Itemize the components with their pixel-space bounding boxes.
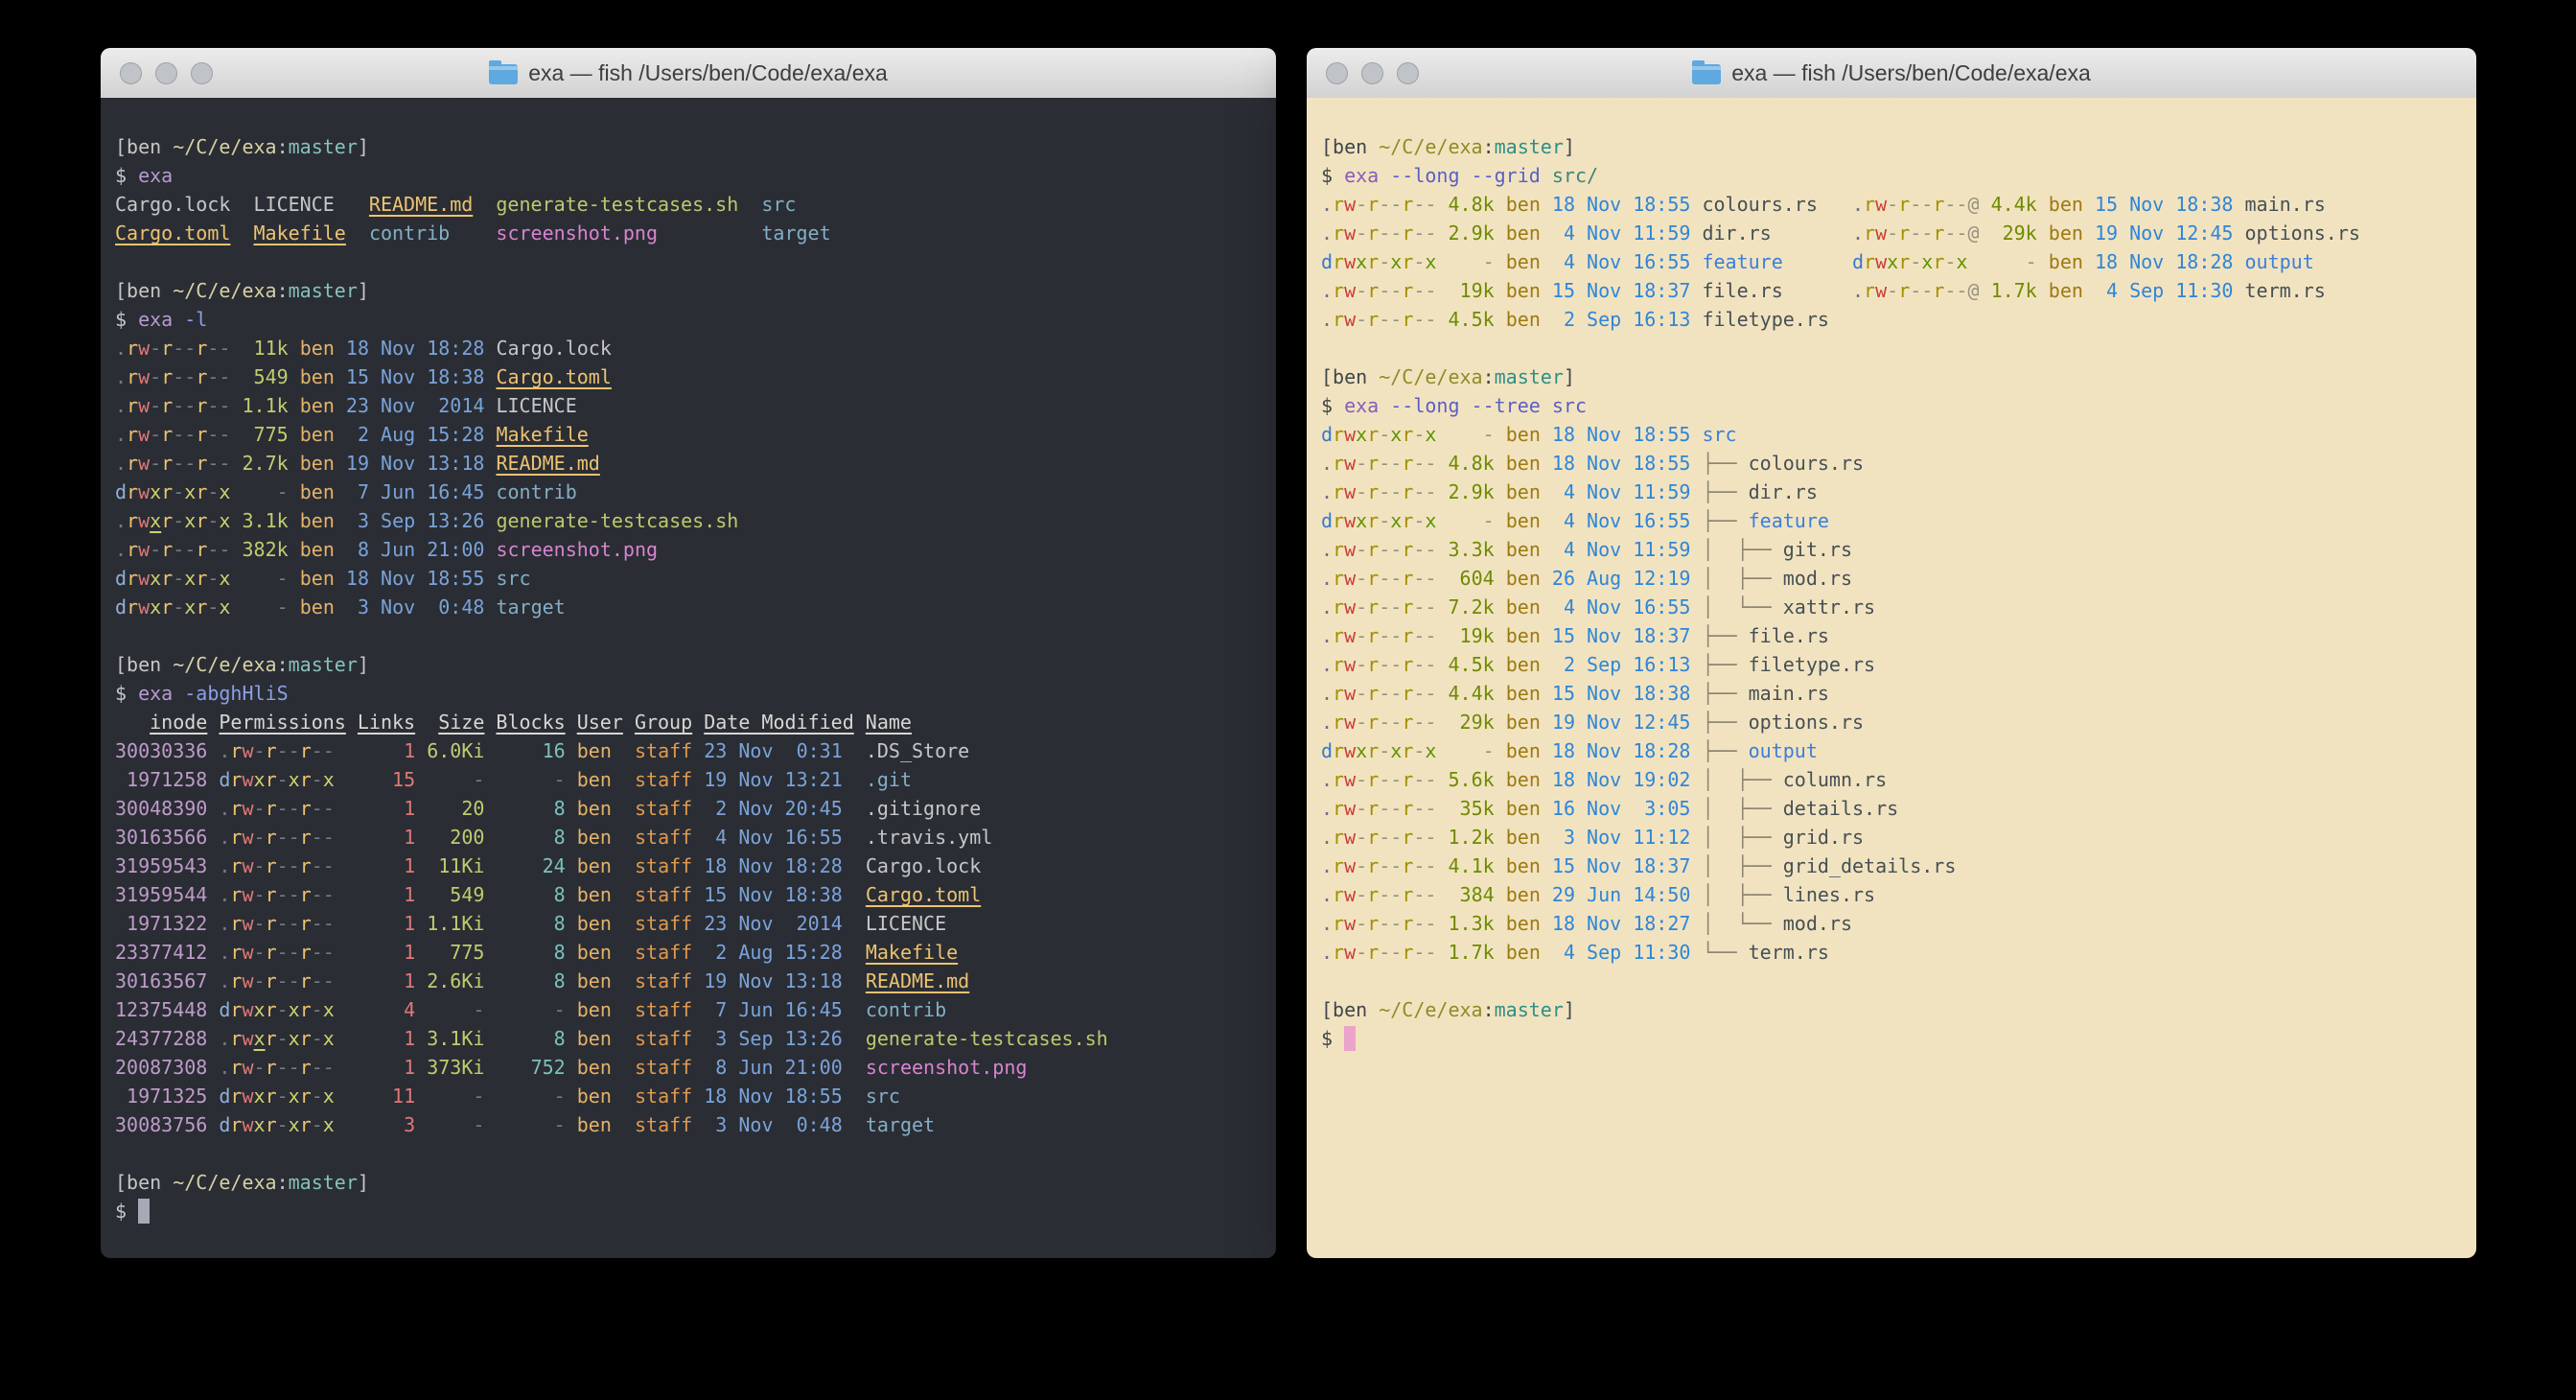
- terminal-line: .rwxr-xr-x 3.1k ben 3 Sep 13:26 generate…: [115, 506, 1262, 535]
- terminal-line: drwxr-xr-x - ben 3 Nov 0:48 target: [115, 593, 1262, 621]
- terminal-line: .rw-r--r-- 384 ben 29 Jun 14:50 │ ├── li…: [1321, 880, 2462, 909]
- terminal-line: drwxr-xr-x - ben 18 Nov 18:55 src: [1321, 420, 2462, 449]
- terminal-line: 31959544 .rw-r--r-- 1 549 8 ben staff 15…: [115, 880, 1262, 909]
- terminal-line: drwxr-xr-x - ben 7 Jun 16:45 contrib: [115, 478, 1262, 506]
- terminal-output[interactable]: [ben ~/C/e/exa:master]$ exaCargo.lock LI…: [101, 98, 1276, 1258]
- terminal-line: .rw-r--r-- 19k ben 15 Nov 18:37 file.rs …: [1321, 276, 2462, 305]
- terminal-line: [ben ~/C/e/exa:master]: [115, 1168, 1262, 1197]
- terminal-line: Cargo.lock LICENCE README.md generate-te…: [115, 190, 1262, 219]
- terminal-line: .rw-r--r-- 604 ben 26 Aug 12:19 │ ├── mo…: [1321, 564, 2462, 593]
- terminal-line: .rw-r--r-- 19k ben 15 Nov 18:37 ├── file…: [1321, 621, 2462, 650]
- terminal-line: 30083756 drwxr-xr-x 3 - - ben staff 3 No…: [115, 1110, 1262, 1139]
- desktop: exa — fish /Users/ben/Code/exa/exa [ben …: [0, 0, 2576, 1400]
- text-cursor: [138, 1199, 150, 1224]
- terminal-line: inode Permissions Links Size Blocks User…: [115, 708, 1262, 736]
- terminal-line: 20087308 .rw-r--r-- 1 373Ki 752 ben staf…: [115, 1053, 1262, 1082]
- terminal-line: .rw-r--r-- 2.9k ben 4 Nov 11:59 ├── dir.…: [1321, 478, 2462, 506]
- terminal-line: 30048390 .rw-r--r-- 1 20 8 ben staff 2 N…: [115, 794, 1262, 823]
- terminal-line: [ben ~/C/e/exa:master]: [1321, 995, 2462, 1024]
- terminal-line: $ exa: [115, 161, 1262, 190]
- terminal-line: [1321, 967, 2462, 995]
- terminal-line: .rw-r--r-- 4.5k ben 2 Sep 16:13 ├── file…: [1321, 650, 2462, 679]
- terminal-line: .rw-r--r-- 4.8k ben 18 Nov 18:55 ├── col…: [1321, 449, 2462, 478]
- terminal-line: [115, 247, 1262, 276]
- terminal-line: .rw-r--r-- 5.6k ben 18 Nov 19:02 │ ├── c…: [1321, 765, 2462, 794]
- titlebar[interactable]: exa — fish /Users/ben/Code/exa/exa: [101, 48, 1276, 99]
- terminal-line: .rw-r--r-- 2.7k ben 19 Nov 13:18 README.…: [115, 449, 1262, 478]
- terminal-line: 12375448 drwxr-xr-x 4 - - ben staff 7 Ju…: [115, 995, 1262, 1024]
- terminal-line: $ exa --long --grid src/: [1321, 161, 2462, 190]
- terminal-line: [ben ~/C/e/exa:master]: [1321, 132, 2462, 161]
- terminal-line: .rw-r--r-- 4.1k ben 15 Nov 18:37 │ ├── g…: [1321, 852, 2462, 880]
- terminal-line: .rw-r--r-- 775 ben 2 Aug 15:28 Makefile: [115, 420, 1262, 449]
- terminal-line: .rw-r--r-- 382k ben 8 Jun 21:00 screensh…: [115, 535, 1262, 564]
- window-title: exa — fish /Users/ben/Code/exa/exa: [1731, 60, 2091, 86]
- terminal-line: $: [1321, 1024, 2462, 1053]
- terminal-line: .rw-r--r-- 1.1k ben 23 Nov 2014 LICENCE: [115, 391, 1262, 420]
- terminal-output[interactable]: [ben ~/C/e/exa:master]$ exa --long --gri…: [1307, 98, 2476, 1258]
- title-area: exa — fish /Users/ben/Code/exa/exa: [101, 48, 1276, 98]
- terminal-line: .rw-r--r-- 7.2k ben 4 Nov 16:55 │ └── xa…: [1321, 593, 2462, 621]
- titlebar[interactable]: exa — fish /Users/ben/Code/exa/exa: [1307, 48, 2476, 99]
- terminal-line: [1321, 334, 2462, 362]
- terminal-line: .rw-r--r-- 549 ben 15 Nov 18:38 Cargo.to…: [115, 362, 1262, 391]
- terminal-line: drwxr-xr-x - ben 18 Nov 18:28 ├── output: [1321, 736, 2462, 765]
- terminal-line: $ exa --long --tree src: [1321, 391, 2462, 420]
- terminal-line: 1971325 drwxr-xr-x 11 - - ben staff 18 N…: [115, 1082, 1262, 1110]
- terminal-line: [ben ~/C/e/exa:master]: [115, 276, 1262, 305]
- terminal-line: .rw-r--r-- 35k ben 16 Nov 3:05 │ ├── det…: [1321, 794, 2462, 823]
- terminal-line: .rw-r--r-- 4.4k ben 15 Nov 18:38 ├── mai…: [1321, 679, 2462, 708]
- window-title: exa — fish /Users/ben/Code/exa/exa: [528, 60, 888, 86]
- terminal-window-light: exa — fish /Users/ben/Code/exa/exa [ben …: [1307, 48, 2476, 1258]
- terminal-line: drwxr-xr-x - ben 4 Nov 16:55 ├── feature: [1321, 506, 2462, 535]
- terminal-line: 23377412 .rw-r--r-- 1 775 8 ben staff 2 …: [115, 938, 1262, 967]
- terminal-window-dark: exa — fish /Users/ben/Code/exa/exa [ben …: [101, 48, 1276, 1258]
- terminal-line: 31959543 .rw-r--r-- 1 11Ki 24 ben staff …: [115, 852, 1262, 880]
- terminal-line: $: [115, 1197, 1262, 1225]
- terminal-line: [115, 1139, 1262, 1168]
- terminal-line: drwxr-xr-x - ben 18 Nov 18:55 src: [115, 564, 1262, 593]
- terminal-line: 30163566 .rw-r--r-- 1 200 8 ben staff 4 …: [115, 823, 1262, 852]
- terminal-line: Cargo.toml Makefile contrib screenshot.p…: [115, 219, 1262, 247]
- terminal-line: 1971322 .rw-r--r-- 1 1.1Ki 8 ben staff 2…: [115, 909, 1262, 938]
- terminal-line: 30163567 .rw-r--r-- 1 2.6Ki 8 ben staff …: [115, 967, 1262, 995]
- title-area: exa — fish /Users/ben/Code/exa/exa: [1307, 48, 2476, 98]
- terminal-line: .rw-r--r-- 1.2k ben 3 Nov 11:12 │ ├── gr…: [1321, 823, 2462, 852]
- terminal-line: 30030336 .rw-r--r-- 1 6.0Ki 16 ben staff…: [115, 736, 1262, 765]
- folder-icon: [1692, 64, 1721, 84]
- terminal-line: .rw-r--r-- 1.3k ben 18 Nov 18:27 │ └── m…: [1321, 909, 2462, 938]
- terminal-line: .rw-r--r-- 2.9k ben 4 Nov 11:59 dir.rs .…: [1321, 219, 2462, 247]
- terminal-line: $ exa -l: [115, 305, 1262, 334]
- terminal-line: .rw-r--r-- 1.7k ben 4 Sep 11:30 └── term…: [1321, 938, 2462, 967]
- terminal-line: .rw-r--r-- 3.3k ben 4 Nov 11:59 │ ├── gi…: [1321, 535, 2462, 564]
- terminal-line: [115, 621, 1262, 650]
- terminal-line: .rw-r--r-- 11k ben 18 Nov 18:28 Cargo.lo…: [115, 334, 1262, 362]
- terminal-line: .rw-r--r-- 29k ben 19 Nov 12:45 ├── opti…: [1321, 708, 2462, 736]
- folder-icon: [489, 64, 518, 84]
- terminal-line: $ exa -abghHliS: [115, 679, 1262, 708]
- terminal-line: 1971258 drwxr-xr-x 15 - - ben staff 19 N…: [115, 765, 1262, 794]
- terminal-line: 24377288 .rwxr-xr-x 1 3.1Ki 8 ben staff …: [115, 1024, 1262, 1053]
- terminal-line: [ben ~/C/e/exa:master]: [115, 132, 1262, 161]
- terminal-line: drwxr-xr-x - ben 4 Nov 16:55 feature drw…: [1321, 247, 2462, 276]
- terminal-line: .rw-r--r-- 4.5k ben 2 Sep 16:13 filetype…: [1321, 305, 2462, 334]
- text-cursor: [1344, 1026, 1356, 1051]
- terminal-line: .rw-r--r-- 4.8k ben 18 Nov 18:55 colours…: [1321, 190, 2462, 219]
- terminal-line: [ben ~/C/e/exa:master]: [115, 650, 1262, 679]
- terminal-line: [ben ~/C/e/exa:master]: [1321, 362, 2462, 391]
